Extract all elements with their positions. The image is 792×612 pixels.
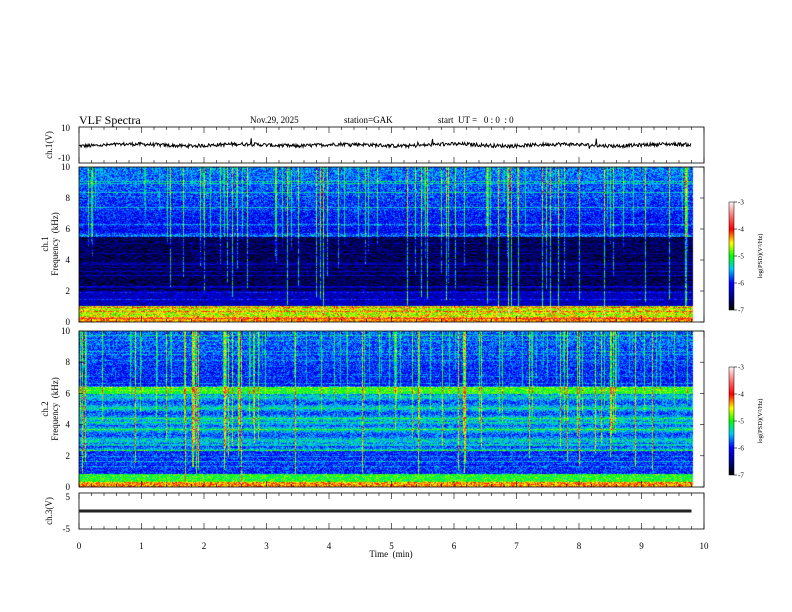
colorbar-tick-label: -7: [738, 472, 744, 480]
start-ut-label: start UT = 0 : 0 : 0: [438, 115, 514, 125]
spec-ytick-label: 10: [61, 162, 71, 172]
colorbar-tick-label: -7: [738, 307, 744, 315]
colorbar-frame: [728, 366, 735, 476]
x-tick-label: 6: [452, 541, 457, 551]
spec-ytick-label: 10: [61, 326, 71, 336]
x-tick-label: 0: [77, 541, 82, 551]
spec-ytick-label: 6: [66, 388, 71, 398]
spec-ytick-label: 2: [66, 286, 71, 296]
colorbar-frame: [728, 201, 735, 311]
spec2-ylabel-channel: ch.2: [40, 401, 50, 416]
spec-ytick-label: 0: [66, 482, 71, 492]
colorbar-tick-label: -4: [738, 391, 744, 399]
ch1-waveform: [78, 138, 692, 150]
vlf-plot: VLF Spectra Nov.29, 2025 station=GAK sta…: [40, 113, 764, 559]
spec-ytick-label: 4: [66, 255, 71, 265]
ch3-waveform: [79, 509, 692, 513]
x-tick-label: 1: [139, 541, 144, 551]
spec-ytick-label: 8: [66, 193, 71, 203]
spec-ytick-label: 6: [66, 224, 71, 234]
x-tick-label: 2: [202, 541, 207, 551]
colorbar-ch2-label: log(PSD)(V²/Hz): [757, 399, 764, 444]
spec-ytick-label: 8: [66, 357, 71, 367]
colorbar-tick-label: -3: [738, 364, 744, 372]
colorbar-tick-label: -3: [738, 199, 744, 207]
x-tick-label: 4: [327, 541, 332, 551]
spec1-ylabel: Frequency (kHz): [50, 212, 60, 275]
date-label: Nov.29, 2025: [250, 115, 299, 125]
x-tick-label: 7: [514, 541, 519, 551]
colorbar-ch1-label: log(PSD)(V²/Hz): [757, 234, 764, 279]
colorbar-tick-label: -5: [738, 418, 744, 426]
colorbar-tick-label: -6: [738, 445, 744, 453]
panel-frame-2: [78, 330, 705, 488]
ch3-ytick-top: 5: [66, 492, 71, 502]
ch3-ylabel: ch.3(V): [44, 497, 54, 525]
colorbar-tick-label: -6: [738, 280, 744, 288]
panel-frame-1: [78, 166, 705, 323]
spec2-ylabel: Frequency (kHz): [50, 377, 60, 440]
spec-ytick-label: 2: [66, 451, 71, 461]
x-tick-label: 10: [700, 541, 710, 551]
x-axis-label: Time (min): [369, 549, 412, 559]
ch3-ytick-bottom: -5: [63, 524, 71, 534]
colorbar-tick-label: -4: [738, 226, 744, 234]
ch1-ylabel: ch.1(V): [44, 131, 54, 159]
ch1-ytick-top: 10: [61, 123, 71, 133]
x-tick-label: 3: [264, 541, 269, 551]
colorbar-tick-label: -5: [738, 253, 744, 261]
plot-title: VLF Spectra: [79, 113, 141, 127]
spec1-ylabel-channel: ch.1: [40, 236, 50, 251]
spec-ytick-label: 4: [66, 420, 71, 430]
station-label: station=GAK: [344, 115, 393, 125]
x-tick-label: 9: [639, 541, 644, 551]
x-tick-label: 8: [577, 541, 582, 551]
